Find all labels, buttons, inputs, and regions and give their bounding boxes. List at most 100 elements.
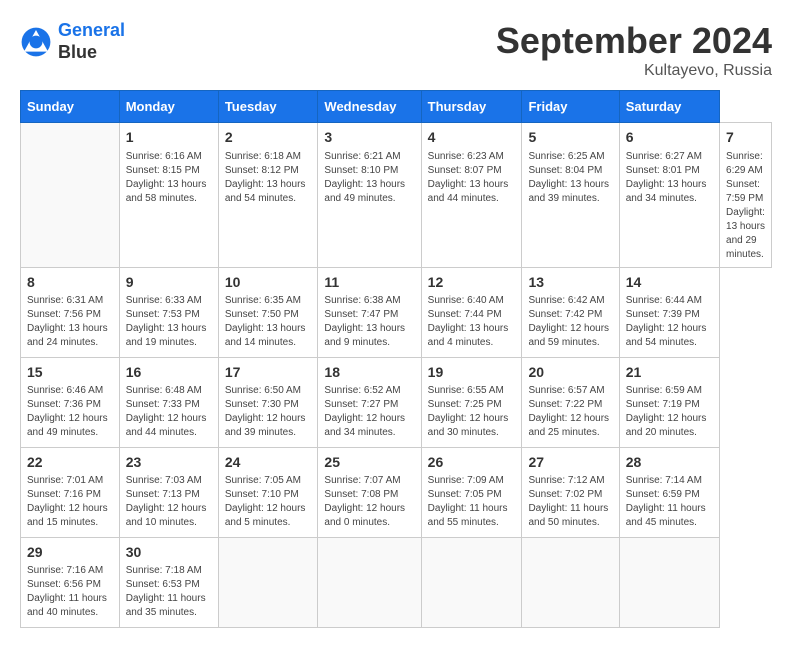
calendar-cell: 10Sunrise: 6:35 AMSunset: 7:50 PMDayligh… [218,267,318,357]
day-number: 27 [528,453,612,473]
calendar-cell: 16Sunrise: 6:48 AMSunset: 7:33 PMDayligh… [119,357,218,447]
day-number: 17 [225,363,312,383]
day-number: 7 [726,128,765,148]
calendar-cell: 3Sunrise: 6:21 AMSunset: 8:10 PMDaylight… [318,123,421,268]
calendar-cell [318,537,421,627]
day-number: 24 [225,453,312,473]
day-info: Sunrise: 6:59 AMSunset: 7:19 PMDaylight:… [626,384,713,440]
day-info: Sunrise: 6:18 AMSunset: 8:12 PMDaylight:… [225,150,312,206]
calendar-cell: 28Sunrise: 7:14 AMSunset: 6:59 PMDayligh… [619,447,719,537]
calendar-cell: 8Sunrise: 6:31 AMSunset: 7:56 PMDaylight… [21,267,120,357]
day-number: 2 [225,128,312,148]
day-number: 26 [428,453,516,473]
day-number: 3 [324,128,414,148]
day-number: 21 [626,363,713,383]
day-number: 20 [528,363,612,383]
calendar-cell: 25Sunrise: 7:07 AMSunset: 7:08 PMDayligh… [318,447,421,537]
day-info: Sunrise: 7:03 AMSunset: 7:13 PMDaylight:… [126,474,212,530]
logo: General Blue [20,20,125,63]
day-info: Sunrise: 7:07 AMSunset: 7:08 PMDaylight:… [324,474,414,530]
day-number: 19 [428,363,516,383]
day-info: Sunrise: 7:05 AMSunset: 7:10 PMDaylight:… [225,474,312,530]
day-info: Sunrise: 6:31 AMSunset: 7:56 PMDaylight:… [27,294,113,350]
calendar-cell: 12Sunrise: 6:40 AMSunset: 7:44 PMDayligh… [421,267,522,357]
day-info: Sunrise: 6:35 AMSunset: 7:50 PMDaylight:… [225,294,312,350]
day-info: Sunrise: 6:55 AMSunset: 7:25 PMDaylight:… [428,384,516,440]
day-number: 25 [324,453,414,473]
day-number: 16 [126,363,212,383]
calendar-cell: 1Sunrise: 6:16 AMSunset: 8:15 PMDaylight… [119,123,218,268]
day-header-sunday: Sunday [21,91,120,123]
calendar-cell: 19Sunrise: 6:55 AMSunset: 7:25 PMDayligh… [421,357,522,447]
calendar-cell: 22Sunrise: 7:01 AMSunset: 7:16 PMDayligh… [21,447,120,537]
calendar-cell: 17Sunrise: 6:50 AMSunset: 7:30 PMDayligh… [218,357,318,447]
day-info: Sunrise: 7:01 AMSunset: 7:16 PMDaylight:… [27,474,113,530]
calendar-cell [218,537,318,627]
calendar-header: SundayMondayTuesdayWednesdayThursdayFrid… [21,91,772,123]
week-row-3: 15Sunrise: 6:46 AMSunset: 7:36 PMDayligh… [21,357,772,447]
day-number: 8 [27,273,113,293]
calendar-cell: 4Sunrise: 6:23 AMSunset: 8:07 PMDaylight… [421,123,522,268]
day-number: 23 [126,453,212,473]
header-row: SundayMondayTuesdayWednesdayThursdayFrid… [21,91,772,123]
calendar-cell: 26Sunrise: 7:09 AMSunset: 7:05 PMDayligh… [421,447,522,537]
day-info: Sunrise: 6:25 AMSunset: 8:04 PMDaylight:… [528,150,612,206]
week-row-1: 1Sunrise: 6:16 AMSunset: 8:15 PMDaylight… [21,123,772,268]
day-number: 6 [626,128,713,148]
calendar-cell: 15Sunrise: 6:46 AMSunset: 7:36 PMDayligh… [21,357,120,447]
week-row-5: 29Sunrise: 7:16 AMSunset: 6:56 PMDayligh… [21,537,772,627]
calendar-cell: 7Sunrise: 6:29 AMSunset: 7:59 PMDaylight… [720,123,772,268]
title-block: September 2024 Kultayevo, Russia [496,20,772,80]
day-info: Sunrise: 6:44 AMSunset: 7:39 PMDaylight:… [626,294,713,350]
calendar-cell: 30Sunrise: 7:18 AMSunset: 6:53 PMDayligh… [119,537,218,627]
calendar-cell: 14Sunrise: 6:44 AMSunset: 7:39 PMDayligh… [619,267,719,357]
calendar-body: 1Sunrise: 6:16 AMSunset: 8:15 PMDaylight… [21,123,772,628]
day-info: Sunrise: 6:38 AMSunset: 7:47 PMDaylight:… [324,294,414,350]
day-info: Sunrise: 6:23 AMSunset: 8:07 PMDaylight:… [428,150,516,206]
day-number: 4 [428,128,516,148]
day-header-monday: Monday [119,91,218,123]
day-header-thursday: Thursday [421,91,522,123]
day-number: 30 [126,543,212,563]
day-number: 1 [126,128,212,148]
day-number: 9 [126,273,212,293]
calendar-cell: 24Sunrise: 7:05 AMSunset: 7:10 PMDayligh… [218,447,318,537]
day-info: Sunrise: 6:27 AMSunset: 8:01 PMDaylight:… [626,150,713,206]
day-number: 11 [324,273,414,293]
day-header-friday: Friday [522,91,619,123]
month-title: September 2024 [496,20,772,62]
calendar-table: SundayMondayTuesdayWednesdayThursdayFrid… [20,90,772,628]
logo-text: General Blue [58,20,125,63]
week-row-4: 22Sunrise: 7:01 AMSunset: 7:16 PMDayligh… [21,447,772,537]
day-number: 14 [626,273,713,293]
calendar-cell: 18Sunrise: 6:52 AMSunset: 7:27 PMDayligh… [318,357,421,447]
calendar-cell [619,537,719,627]
day-info: Sunrise: 6:48 AMSunset: 7:33 PMDaylight:… [126,384,212,440]
day-info: Sunrise: 6:29 AMSunset: 7:59 PMDaylight:… [726,150,765,262]
day-number: 18 [324,363,414,383]
day-header-saturday: Saturday [619,91,719,123]
day-info: Sunrise: 6:46 AMSunset: 7:36 PMDaylight:… [27,384,113,440]
calendar-cell: 20Sunrise: 6:57 AMSunset: 7:22 PMDayligh… [522,357,619,447]
day-number: 22 [27,453,113,473]
calendar-cell: 5Sunrise: 6:25 AMSunset: 8:04 PMDaylight… [522,123,619,268]
day-number: 28 [626,453,713,473]
day-number: 10 [225,273,312,293]
day-number: 15 [27,363,113,383]
day-info: Sunrise: 6:33 AMSunset: 7:53 PMDaylight:… [126,294,212,350]
calendar-cell [21,123,120,268]
calendar-cell: 13Sunrise: 6:42 AMSunset: 7:42 PMDayligh… [522,267,619,357]
day-number: 13 [528,273,612,293]
day-info: Sunrise: 6:57 AMSunset: 7:22 PMDaylight:… [528,384,612,440]
day-header-tuesday: Tuesday [218,91,318,123]
calendar-cell: 6Sunrise: 6:27 AMSunset: 8:01 PMDaylight… [619,123,719,268]
calendar-cell: 2Sunrise: 6:18 AMSunset: 8:12 PMDaylight… [218,123,318,268]
day-number: 5 [528,128,612,148]
calendar-cell [522,537,619,627]
location: Kultayevo, Russia [496,62,772,80]
day-info: Sunrise: 6:40 AMSunset: 7:44 PMDaylight:… [428,294,516,350]
day-info: Sunrise: 6:52 AMSunset: 7:27 PMDaylight:… [324,384,414,440]
logo-icon [20,26,52,58]
calendar-cell: 9Sunrise: 6:33 AMSunset: 7:53 PMDaylight… [119,267,218,357]
day-info: Sunrise: 6:50 AMSunset: 7:30 PMDaylight:… [225,384,312,440]
